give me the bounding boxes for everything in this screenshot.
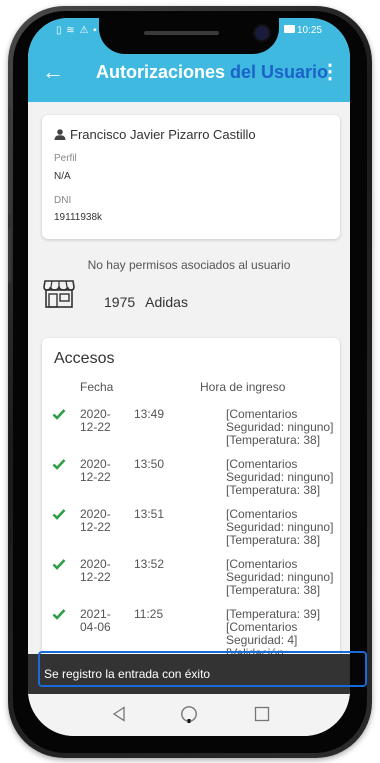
accesos-title: Accesos [54,350,115,367]
no-permissions-message: No hay permisos asociados al usuario [87,258,291,272]
system-nav-bar [28,694,350,736]
access-date: 2021-04-06 [80,607,111,634]
snackbar-highlight-box [38,651,367,687]
back-arrow-icon[interactable]: ← [42,60,64,84]
store-icon [43,280,75,308]
person-icon [54,129,66,140]
access-date: 2020-12-22 [80,457,111,484]
front-camera [255,26,269,40]
title-main: Autorizaciones [96,62,226,82]
clock: 10:25 [296,25,322,36]
store-code: 1975 [104,294,136,310]
access-comment: [Comentarios Seguridad: ninguno] [Temper… [226,507,334,547]
title-accent: del Usuario [225,62,329,82]
user-name: Francisco Javier Pizarro Castillo [54,127,256,142]
check-icon [52,459,66,470]
check-icon [52,509,66,520]
access-time: 13:49 [134,407,165,421]
store-info: 1975 Adidas [104,294,188,310]
volume-up-button [8,160,11,215]
camera-notch [99,18,279,54]
access-time: 13:51 [134,507,165,521]
column-header-fecha: Fecha [80,380,114,394]
check-icon [52,409,66,420]
access-time: 11:25 [134,607,164,621]
access-date: 2020-12-22 [80,407,111,434]
check-icon [52,559,66,570]
battery-icon [283,25,295,33]
perfil-value: N/A [54,171,71,182]
user-name-text: Francisco Javier Pizarro Castillo [70,127,256,142]
access-date: 2020-12-22 [80,507,111,534]
access-time: 13:52 [134,557,165,571]
column-header-hora: Hora de ingreso [200,380,286,394]
access-comment: [Comentarios Seguridad: ninguno] [Temper… [226,557,334,597]
access-comment: [Comentarios Seguridad: ninguno] [Temper… [226,407,334,447]
status-icons: ▯ ≋ ⚠ ▪ [56,25,98,36]
screen: ▯ ≋ ⚠ ▪ 10:25 ← Autorizaciones del Usuar… [28,18,350,736]
status-time: 10:25 [283,25,322,36]
page-title: Autorizaciones del Usuario [96,62,328,83]
speaker-grille [144,31,219,35]
user-card: Francisco Javier Pizarro Castillo Perfil… [42,115,340,239]
check-icon [52,609,66,620]
access-time: 13:50 [134,457,165,471]
accesos-card: Accesos Fecha Hora de ingreso 2020-12-22… [42,338,340,673]
dni-label: DNI [54,195,72,206]
nav-home-icon[interactable] [180,705,198,723]
perfil-label: Perfil [54,153,77,164]
more-options-icon[interactable]: ⋮ [320,60,340,84]
nav-recents-icon[interactable] [254,706,270,722]
store-name: Adidas [145,294,188,310]
access-date: 2020-12-22 [80,557,111,584]
nav-back-icon[interactable] [112,706,126,722]
dni-value: 19111938k [54,212,103,223]
mute-switch [8,105,11,133]
app-bar: ← Autorizaciones del Usuario ⋮ [28,46,350,102]
volume-down-button [8,228,11,283]
access-comment: [Comentarios Seguridad: ninguno] [Temper… [226,457,334,497]
